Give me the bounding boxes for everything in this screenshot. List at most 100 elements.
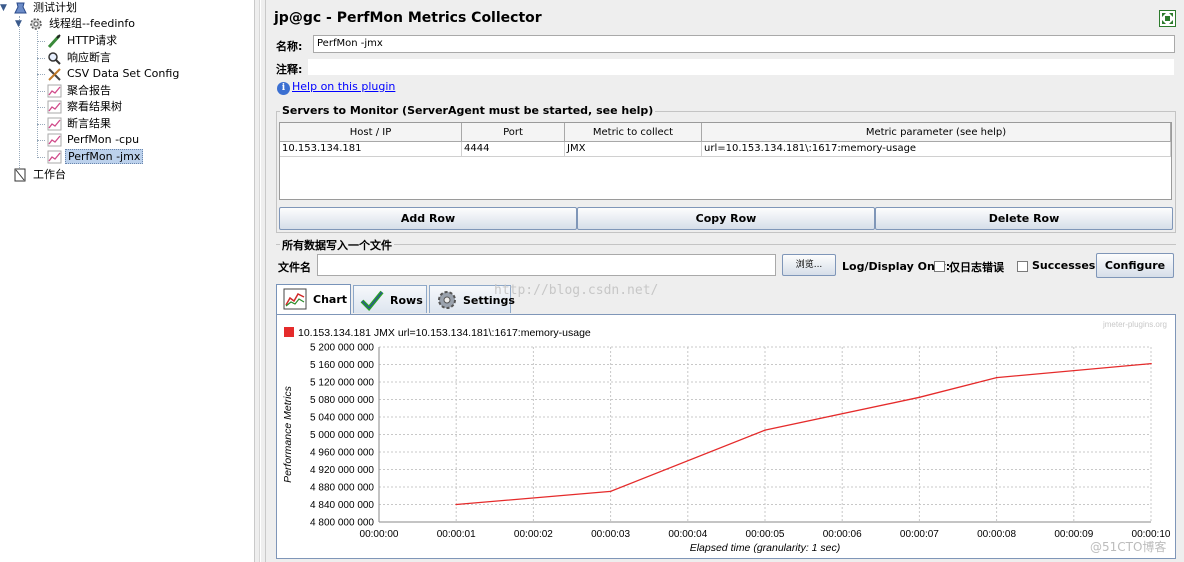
split-pane-divider[interactable] — [254, 0, 266, 562]
brand-label: jmeter-plugins.org — [1102, 320, 1167, 329]
tree-guide-line — [37, 31, 38, 158]
perfmon-panel: jp@gc - PerfMon Metrics Collector 名称: Pe… — [266, 0, 1184, 562]
tab-label: Rows — [390, 294, 423, 307]
y-tick-label: 4 960 000 000 — [310, 448, 374, 459]
divider-grip — [259, 0, 261, 562]
expand-icon[interactable] — [1159, 10, 1176, 27]
checkmark-icon — [360, 289, 384, 311]
y-tick-label: 5 000 000 000 — [310, 430, 374, 441]
data-point — [995, 376, 998, 379]
y-tick-label: 4 840 000 000 — [310, 500, 374, 511]
chart-icon — [283, 288, 307, 310]
graph-icon — [47, 133, 62, 147]
tree-node-label: 工作台 — [33, 168, 66, 181]
servers-group-title: Servers to Monitor (ServerAgent must be … — [280, 104, 656, 117]
x-axis-label: Elapsed time (granularity: 1 sec) — [690, 542, 841, 554]
x-tick-label: 00:00:02 — [514, 529, 553, 540]
tree-guide-line — [37, 58, 45, 59]
tree-node-http-request[interactable]: HTTP请求 — [47, 33, 119, 49]
file-name-field[interactable] — [317, 254, 776, 276]
y-tick-label: 5 120 000 000 — [310, 378, 374, 389]
data-point — [764, 429, 766, 431]
magnifier-icon — [47, 51, 62, 65]
x-tick-label: 00:00:03 — [591, 529, 630, 540]
tree-node-csv-data-set[interactable]: CSV Data Set Config — [47, 66, 181, 82]
collapse-toggle-icon[interactable]: ▼ — [0, 4, 8, 13]
name-field[interactable]: PerfMon -jmx — [313, 35, 1175, 53]
x-tick-label: 00:00:07 — [900, 529, 939, 540]
configure-button[interactable]: Configure — [1096, 253, 1174, 278]
tree-node-workbench[interactable]: 工作台 — [13, 167, 68, 183]
y-tick-label: 5 200 000 000 — [310, 343, 374, 354]
file-name-label: 文件名 — [278, 261, 311, 274]
table-cell-metric[interactable]: JMX — [565, 142, 702, 157]
comment-field[interactable] — [308, 59, 1174, 75]
tree-guide-line — [37, 41, 45, 42]
y-tick-label: 4 800 000 000 — [310, 518, 374, 529]
graph-icon — [47, 100, 62, 114]
x-tick-label: 00:00:06 — [823, 529, 862, 540]
column-header-metric[interactable]: Metric to collect — [565, 123, 702, 142]
table-cell-port[interactable]: 4444 — [462, 142, 565, 157]
tree-guide-line — [37, 107, 45, 108]
corner-watermark: @51CTO博客 — [1090, 540, 1167, 554]
tree-node-label: PerfMon -jmx — [65, 149, 144, 164]
y-tick-label: 5 160 000 000 — [310, 360, 374, 371]
comment-label: 注释: — [276, 63, 303, 76]
tab-rows[interactable]: Rows — [353, 285, 427, 313]
y-tick-label: 5 040 000 000 — [310, 413, 374, 424]
x-tick-label: 00:00:08 — [977, 529, 1016, 540]
collapse-toggle-icon[interactable]: ▼ — [15, 20, 23, 29]
tree-node-response-assertion[interactable]: 响应断言 — [47, 50, 113, 66]
browse-button[interactable]: 浏览... — [782, 254, 836, 276]
y-tick-label: 4 880 000 000 — [310, 483, 374, 494]
tab-label: Chart — [313, 293, 348, 306]
tree-node-label: 断言结果 — [67, 117, 111, 130]
test-plan-icon — [13, 1, 28, 15]
tree-guide-line — [19, 16, 20, 174]
column-header-port[interactable]: Port — [462, 123, 565, 142]
column-header-parameter[interactable]: Metric parameter (see help) — [702, 123, 1171, 142]
add-row-button[interactable]: Add Row — [279, 207, 577, 230]
tree-node-test-plan[interactable]: 测试计划 — [13, 0, 79, 16]
tree-guide-line — [37, 157, 45, 158]
watermark-text: http://blog.csdn.net/ — [494, 283, 659, 298]
tree-node-perfmon-jmx[interactable]: PerfMon -jmx — [47, 149, 144, 165]
table-cell-parameter[interactable]: url=10.153.134.181\:1617:memory-usage — [702, 142, 1171, 157]
tree-guide-line — [37, 140, 45, 141]
info-icon: i — [277, 82, 290, 95]
successes-label: Successes — [1032, 259, 1096, 272]
y-tick-label: 4 920 000 000 — [310, 465, 374, 476]
tree-node-thread-group[interactable]: 线程组--feedinfo — [29, 16, 137, 32]
copy-row-button[interactable]: Copy Row — [577, 207, 875, 230]
thread-group-gear-icon — [29, 17, 44, 31]
y-tick-label: 5 080 000 000 — [310, 395, 374, 406]
x-tick-label: 00:00:00 — [360, 529, 399, 540]
tree-node-label: HTTP请求 — [67, 34, 118, 47]
successes-checkbox[interactable] — [1017, 261, 1028, 272]
workbench-icon — [13, 168, 28, 182]
tree-node-aggregate-report[interactable]: 聚合报告 — [47, 83, 113, 99]
data-point — [609, 490, 612, 493]
graph-icon — [47, 117, 62, 131]
table-cell-host[interactable]: 10.153.134.181 — [280, 142, 462, 157]
column-header-host[interactable]: Host / IP — [280, 123, 462, 142]
errors-only-checkbox[interactable] — [934, 261, 945, 272]
tree-guide-line — [37, 74, 45, 75]
tree-node-perfmon-cpu[interactable]: PerfMon -cpu — [47, 132, 141, 148]
y-axis-label: Performance Metrics — [282, 385, 294, 483]
pipette-icon — [47, 34, 62, 49]
x-tick-label: 00:00:05 — [746, 529, 785, 540]
tree-node-view-results-tree[interactable]: 察看结果树 — [47, 99, 124, 115]
line-chart: 10.153.134.181 JMX url=10.153.134.181\:1… — [282, 320, 1171, 554]
tree-guide-line — [37, 124, 45, 125]
tree-node-label: 线程组--feedinfo — [49, 17, 135, 30]
data-point — [918, 396, 921, 399]
chart-panel: 10.153.134.181 JMX url=10.153.134.181\:1… — [276, 314, 1176, 559]
delete-row-button[interactable]: Delete Row — [875, 207, 1173, 230]
name-label: 名称: — [276, 40, 303, 53]
help-link[interactable]: Help on this plugin — [292, 80, 395, 93]
tab-chart[interactable]: Chart — [276, 284, 351, 314]
data-point — [1150, 362, 1152, 365]
tree-node-assertion-results[interactable]: 断言结果 — [47, 116, 113, 132]
